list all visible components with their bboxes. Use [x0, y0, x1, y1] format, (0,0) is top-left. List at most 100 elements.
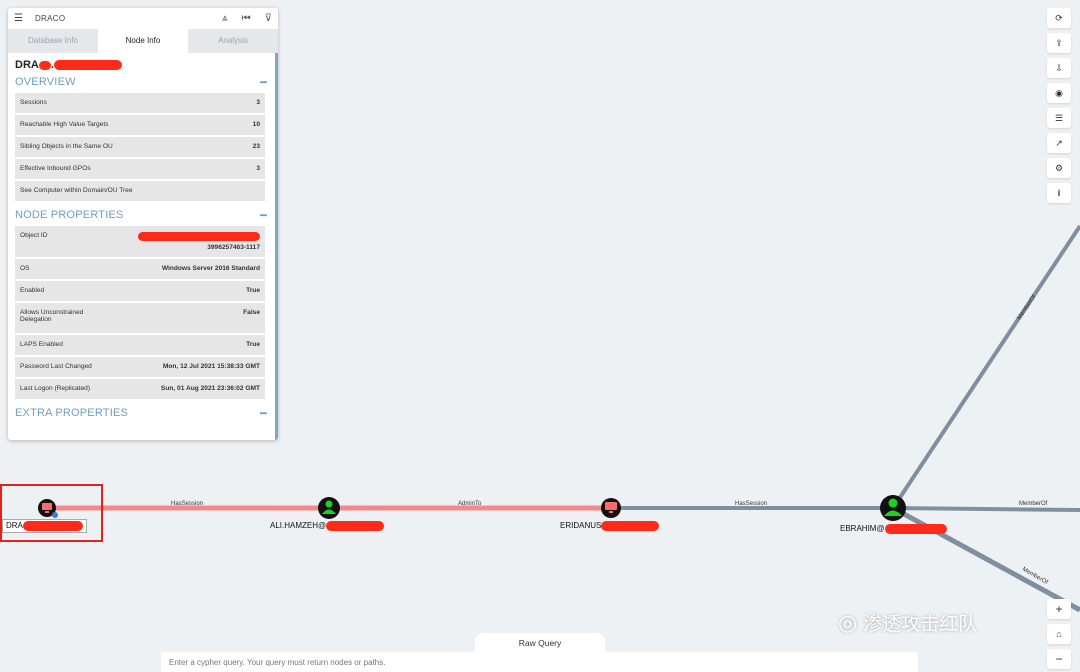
row-value: 3: [256, 99, 260, 106]
pathfinding-icon[interactable]: ⩓: [222, 13, 228, 24]
tab-analysis[interactable]: Analysis: [188, 29, 278, 53]
menu-icon[interactable]: ☰: [14, 13, 23, 24]
node-info-panel: ☰ DRACO ⩓ ⏮ ⊽ Database Info Node Info An…: [8, 8, 278, 440]
panel-title: DRACO: [34, 14, 66, 23]
row-value: True: [246, 287, 260, 294]
row-label: OS: [20, 265, 30, 272]
eridanus-node[interactable]: [601, 498, 621, 518]
row-value: 3996257463-1117: [138, 232, 260, 251]
cypher-query-input[interactable]: [161, 652, 918, 672]
chart-icon[interactable]: ↗: [1047, 133, 1071, 153]
node-label-ebrahim: EBRAHIM@: [840, 524, 947, 534]
zoom-controls: + ⌂ −: [1047, 599, 1071, 672]
row-label: Object ID: [20, 232, 48, 239]
redaction: [53, 60, 122, 71]
edge-label: MemberOf: [1019, 501, 1048, 507]
row-label: Effective Inbound GPOs: [20, 165, 91, 172]
overview-row[interactable]: Effective Inbound GPOs 3: [15, 159, 265, 181]
property-row: Allows Unconstrained Delegation False: [15, 303, 265, 335]
row-label: Allows Unconstrained Delegation: [20, 309, 84, 323]
row-value: Windows Server 2016 Standard: [161, 265, 260, 272]
property-row: Last Logon (Replicated) Sun, 01 Aug 2021 …: [15, 379, 265, 401]
ebrahim-node[interactable]: [880, 495, 906, 521]
overview-row[interactable]: Reachable High Value Targets 10: [15, 115, 265, 137]
watermark: ◎ 渗透攻击红队: [838, 609, 977, 636]
edge-ebrahim-memberof-up[interactable]: [891, 224, 1080, 510]
collapse-icon[interactable]: ━: [260, 76, 267, 89]
raw-query-tab[interactable]: Raw Query: [475, 633, 605, 653]
node-name-text: DRA: [15, 59, 39, 71]
overview-list: Sessions 3 Reachable High Value Targets 10…: [15, 93, 265, 203]
overview-row[interactable]: See Computer within Domain/OU Tree: [15, 181, 265, 203]
redaction: [601, 521, 660, 531]
node-properties-header[interactable]: NODE PROPERTIES ━: [8, 206, 275, 224]
extra-properties-title: EXTRA PROPERTIES: [15, 407, 129, 419]
redaction: [326, 521, 385, 531]
info-icon[interactable]: i: [1047, 183, 1071, 203]
ali-node[interactable]: [318, 497, 340, 519]
collapse-icon[interactable]: ━: [260, 209, 267, 222]
edge-label: HasSession: [735, 501, 767, 507]
watermark-text: 渗透攻击红队: [863, 614, 978, 635]
row-label: See Computer within Domain/OU Tree: [20, 187, 133, 194]
row-label: Sessions: [20, 99, 47, 106]
zoom-in-icon[interactable]: +: [1047, 599, 1071, 619]
upload-icon[interactable]: ⇪: [1047, 33, 1071, 53]
edge-label: MemberOf: [1017, 294, 1038, 321]
node-label-text: EBRAHIM@: [840, 524, 885, 534]
row-label: Reachable High Value Targets: [20, 121, 109, 128]
redaction: [884, 524, 947, 534]
graph-toolbar: ⟳ ⇪ ⇩ ◉ ☰ ↗ ⚙ i: [1047, 8, 1071, 208]
download-icon[interactable]: ⇩: [1047, 58, 1071, 78]
overview-row[interactable]: Sessions 3: [15, 93, 265, 115]
collapse-icon[interactable]: ━: [260, 407, 267, 420]
home-icon[interactable]: ⌂: [1047, 624, 1071, 644]
edge-ebrahim-memberof-right[interactable]: [892, 506, 1080, 512]
edge-label: HasSession: [171, 501, 203, 507]
node-name: DRA.: [8, 53, 275, 73]
refresh-icon[interactable]: ⟳: [1047, 8, 1071, 28]
row-label: LAPS Enabled: [20, 341, 63, 348]
overview-row[interactable]: Sibling Objects in the Same OU 23: [15, 137, 265, 159]
row-label: Enabled: [20, 287, 45, 294]
property-row: Enabled True: [15, 281, 265, 303]
tab-node-info[interactable]: Node Info: [98, 29, 188, 53]
extra-properties-header[interactable]: EXTRA PROPERTIES ━: [8, 404, 275, 422]
row-value: 10: [252, 121, 260, 128]
row-label: Last Logon (Replicated): [20, 385, 91, 392]
filter-icon[interactable]: ⊽: [265, 13, 272, 24]
object-id-suffix: 3996257463-1117: [207, 244, 260, 251]
list-icon[interactable]: ☰: [1047, 108, 1071, 128]
property-row: OS Windows Server 2016 Standard: [15, 259, 265, 281]
redaction: [138, 232, 260, 241]
redaction: [38, 60, 51, 70]
row-value: Mon, 12 Jul 2021 15:38:33 GMT: [162, 363, 260, 370]
target-icon[interactable]: ◉: [1047, 83, 1071, 103]
node-label-text: ERIDANUS: [560, 521, 602, 531]
overview-header[interactable]: OVERVIEW ━: [8, 73, 275, 91]
settings-icon[interactable]: ⚙: [1047, 158, 1071, 178]
wechat-icon: ◎: [838, 609, 858, 635]
panel-body[interactable]: DRA. OVERVIEW ━ Sessions 3 Reachable High…: [8, 53, 278, 440]
panel-tabs: Database Info Node Info Analysis: [8, 29, 278, 53]
edge-label: AdminTo: [458, 501, 482, 507]
tab-database-info[interactable]: Database Info: [8, 29, 98, 53]
property-row: LAPS Enabled True: [15, 335, 265, 357]
property-row: Object ID 3996257463-1117: [15, 226, 265, 259]
node-properties-title: NODE PROPERTIES: [15, 209, 124, 221]
zoom-out-icon[interactable]: −: [1047, 649, 1071, 669]
row-value: 23: [252, 143, 260, 150]
row-value: Sun, 01 Aug 2021 23:36:02 GMT: [160, 385, 260, 392]
panel-header: ☰ DRACO ⩓ ⏮ ⊽: [8, 8, 278, 29]
selection-highlight: [0, 484, 103, 542]
node-properties-list: Object ID 3996257463-1117 OS Windows Serv…: [15, 226, 265, 401]
overview-title: OVERVIEW: [15, 76, 76, 88]
row-value: 3: [256, 165, 260, 172]
node-label-ali: ALI.HAMZEH@: [270, 521, 385, 531]
node-label-text: ALI.HAMZEH@: [270, 521, 327, 531]
row-value: False: [243, 309, 260, 316]
property-row: Password Last Changed Mon, 12 Jul 2021 15…: [15, 357, 265, 379]
row-label: Sibling Objects in the Same OU: [20, 143, 113, 150]
row-label: Password Last Changed: [20, 363, 92, 370]
back-icon[interactable]: ⏮: [242, 13, 251, 24]
